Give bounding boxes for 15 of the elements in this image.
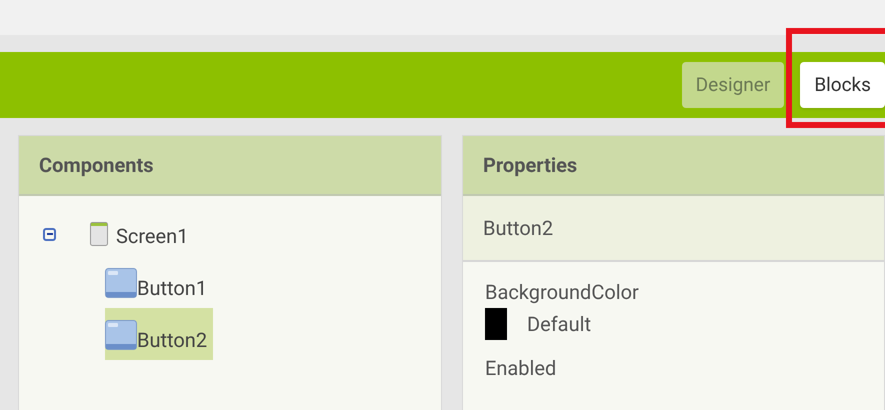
tree-item[interactable]: Screen1: [90, 204, 194, 256]
panel-title: Components: [39, 152, 154, 179]
color-swatch[interactable]: [485, 308, 507, 340]
tab[interactable]: Blocks: [800, 62, 885, 108]
screen-icon: [90, 222, 108, 246]
tree-item[interactable]: Button2: [105, 308, 214, 360]
component-name: Button2: [483, 215, 554, 242]
collapse-icon[interactable]: [43, 228, 56, 240]
property-label: Enabled: [485, 358, 558, 378]
panel-title: Properties: [483, 152, 578, 179]
button-icon: [105, 268, 137, 298]
property-value[interactable]: Default: [527, 309, 591, 339]
tree-item[interactable]: Button1: [105, 256, 214, 308]
button-icon: [105, 320, 137, 350]
property-label: BackgroundColor: [485, 282, 640, 302]
